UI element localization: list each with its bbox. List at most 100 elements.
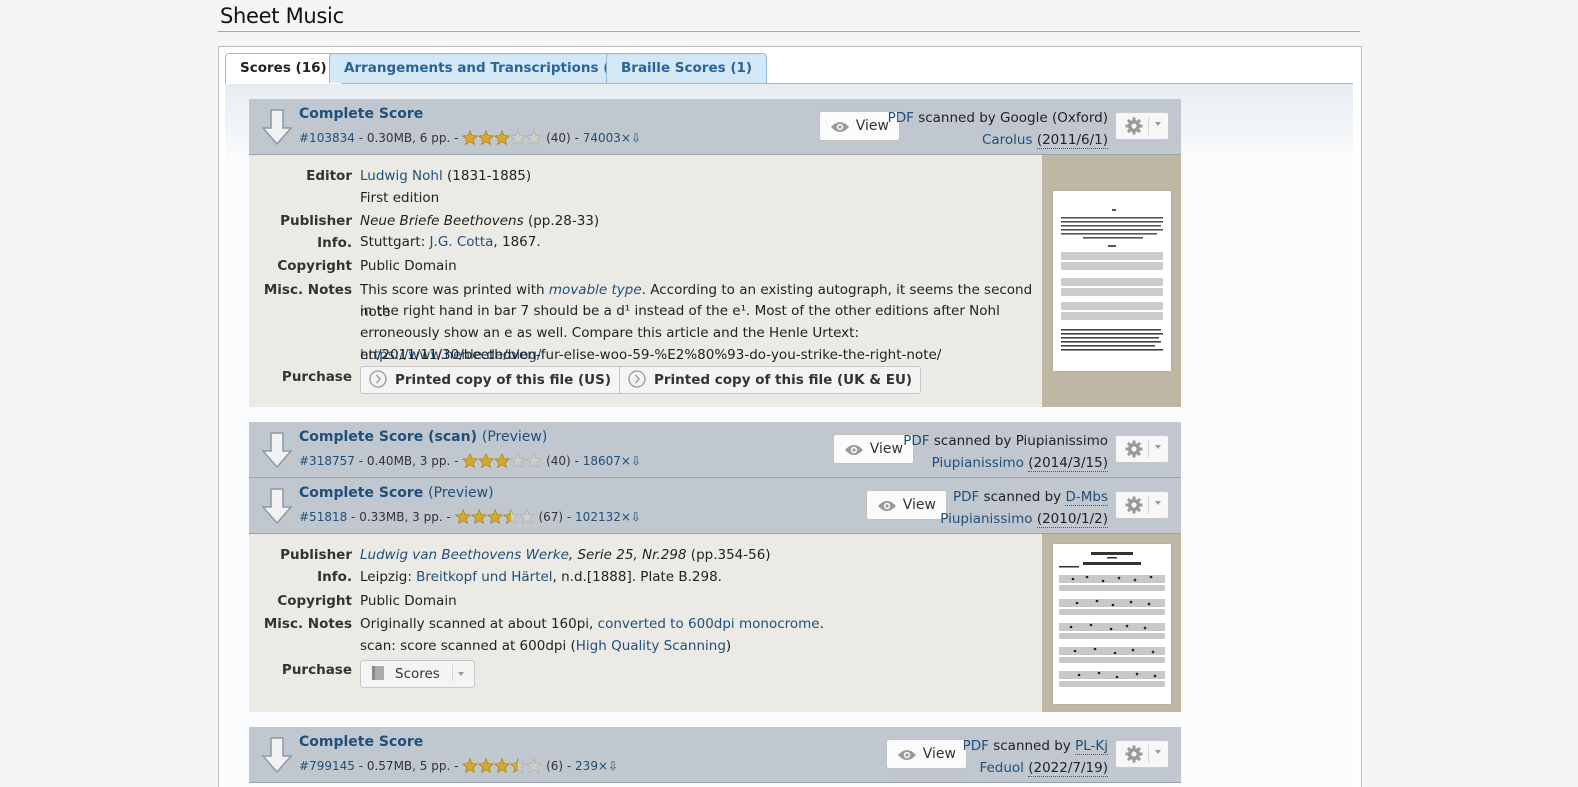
download-count[interactable]: 18607×⇩ <box>583 454 641 468</box>
gear-icon <box>1125 745 1143 763</box>
misc-notes-label: Misc. Notes <box>263 616 352 632</box>
rating-votes: (67) <box>538 510 564 524</box>
file-title-link[interactable]: Complete Score (scan) <box>299 429 477 445</box>
file-title-link[interactable]: Complete Score <box>299 106 423 122</box>
movable-type-link[interactable]: movable type <box>549 282 642 298</box>
file-size: 0.33MB, 3 pp. <box>359 510 443 524</box>
download-count[interactable]: 239×⇩ <box>575 759 618 773</box>
scanner-link[interactable]: PL-Kj <box>1075 738 1108 755</box>
edition-text: First edition <box>360 190 440 206</box>
file-source-info: PDF scanned by Google (Oxford) Carolus (… <box>888 107 1108 151</box>
file-id-link[interactable]: #51818 <box>299 510 347 524</box>
download-arrow-icon[interactable] <box>261 487 293 525</box>
file-meta: #103834 - 0.30MB, 6 pp. - (40) - 74003×⇩ <box>299 130 641 149</box>
preview-link[interactable]: (Preview) <box>428 485 493 501</box>
tab-scores[interactable]: Scores (16) <box>225 53 342 85</box>
file-options-button[interactable] <box>1115 740 1169 768</box>
download-count[interactable]: 102132×⇩ <box>575 510 641 524</box>
download-small-icon: ⇩ <box>608 759 619 773</box>
eye-icon <box>877 501 896 511</box>
scanned-by-text: scanned by Piupianissimo <box>933 433 1108 449</box>
file-id-link[interactable]: #799145 <box>299 759 355 773</box>
uploader-link[interactable]: Piupianissimo <box>932 455 1024 471</box>
chevron-down-icon <box>457 672 464 676</box>
chevron-down-icon <box>1155 501 1161 505</box>
file-options-button[interactable] <box>1115 435 1169 463</box>
rating-stars-graphic <box>462 453 543 469</box>
tab-braille[interactable]: Braille Scores (1) <box>606 53 768 83</box>
pdf-link[interactable]: PDF <box>953 489 979 505</box>
rating-stars[interactable] <box>462 130 543 149</box>
copyright-link[interactable]: Public Domain <box>360 591 1040 613</box>
uploader-link[interactable]: Piupianissimo <box>940 511 1032 527</box>
scanned-by-text: scanned by <box>983 489 1062 505</box>
publisher-link[interactable]: J.G. Cotta <box>430 234 494 250</box>
misc-text: Originally scanned at about 160pi, <box>360 616 594 632</box>
publisher-link[interactable]: Breitkopf und Härtel <box>416 569 552 585</box>
file-meta: #318757 - 0.40MB, 3 pp. - (40) - 18607×⇩ <box>299 453 641 472</box>
henle-url-link[interactable]: en/2011/11/30/beethoven-fur-elise-woo-59… <box>360 345 1040 367</box>
file-size: 0.40MB, 3 pp. <box>366 454 451 468</box>
star-empty-icon <box>526 130 543 146</box>
copyright-link[interactable]: Public Domain <box>360 256 1040 278</box>
uploader-link[interactable]: Feduol <box>979 760 1023 776</box>
file-options-button[interactable] <box>1115 112 1169 140</box>
view-button[interactable]: View <box>865 490 947 520</box>
upload-date: (2010/1/2) <box>1036 511 1108 528</box>
hq-scanning-link[interactable]: High Quality Scanning <box>576 638 726 654</box>
preview-link[interactable]: (Preview) <box>482 429 547 445</box>
scanner-link[interactable]: D-Mbs <box>1065 489 1108 506</box>
file-title-link[interactable]: Complete Score <box>299 485 423 501</box>
pdf-link[interactable]: PDF <box>903 433 929 449</box>
copyright-label: Copyright <box>277 258 352 274</box>
rating-stars[interactable] <box>462 453 543 472</box>
converted-link[interactable]: converted to 600dpi monocrome <box>598 616 820 632</box>
uploader-link[interactable]: Carolus <box>982 132 1033 148</box>
rating-votes: (40) <box>546 131 571 145</box>
download-arrow-icon[interactable] <box>261 108 293 146</box>
view-button[interactable]: View <box>832 434 914 464</box>
file-options-button[interactable] <box>1115 491 1169 519</box>
publication-title: Neue Briefe Beethovens <box>360 213 524 229</box>
file-id-link[interactable]: #103834 <box>299 131 355 145</box>
purchase-uk-button[interactable]: Printed copy of this file (UK & EU) <box>619 367 920 393</box>
download-arrow-icon[interactable] <box>261 736 293 774</box>
misc-text: scan: score scanned at 600dpi ( <box>360 638 576 654</box>
file-title-link[interactable]: Complete Score <box>299 734 423 750</box>
score-thumbnail[interactable] <box>1052 543 1172 705</box>
file-meta: #51818 - 0.33MB, 3 pp. - (67) - 102132×⇩ <box>299 509 641 528</box>
score-thumbnail[interactable] <box>1052 190 1172 372</box>
star-filled-icon <box>486 509 503 525</box>
thumbnail-column <box>1042 155 1181 407</box>
star-filled-icon <box>478 758 495 774</box>
publication-title-link[interactable]: Ludwig van Beethovens Werke <box>360 547 569 563</box>
star-filled-icon <box>494 758 511 774</box>
file-header: Complete Score #799145 - 0.57MB, 5 pp. -… <box>249 727 1181 783</box>
download-count[interactable]: 74003×⇩ <box>583 131 641 145</box>
rating-stars[interactable] <box>454 509 535 528</box>
publication-pages: (pp.28-33) <box>527 213 600 229</box>
star-filled-icon <box>510 758 527 774</box>
pdf-link[interactable]: PDF <box>963 738 989 754</box>
pdf-link[interactable]: PDF <box>888 110 914 126</box>
view-button[interactable]: View <box>885 739 967 769</box>
sheet-music-panel: Scores (16) Arrangements and Transcripti… <box>218 46 1362 787</box>
purchase-us-button[interactable]: Printed copy of this file (US) <box>361 367 619 393</box>
star-empty-icon <box>526 758 543 774</box>
star-filled-icon <box>494 130 511 146</box>
upload-date: (2011/6/1) <box>1036 132 1108 149</box>
editor-link[interactable]: Ludwig Nohl <box>360 168 443 184</box>
file-title: Complete Score (Preview) <box>299 485 494 501</box>
scores-purchase-button[interactable]: Scores <box>360 660 475 688</box>
copyright-label: Copyright <box>277 593 352 609</box>
tab-arrangements[interactable]: Arrangements and Transcriptions (19) <box>329 53 650 83</box>
star-empty-icon <box>510 453 527 469</box>
rating-stars[interactable] <box>462 758 543 777</box>
misc-text: This score was printed with <box>360 282 549 298</box>
file-id-link[interactable]: #318757 <box>299 454 355 468</box>
file-meta: #799145 - 0.57MB, 5 pp. - (6) - 239×⇩ <box>299 758 618 777</box>
publication-city: Leipzig: <box>360 569 412 585</box>
scores-tab-content: Complete Score #103834 - 0.30MB, 6 pp. -… <box>225 84 1353 787</box>
download-arrow-icon[interactable] <box>261 431 293 469</box>
purchase-label: Purchase <box>281 369 352 385</box>
